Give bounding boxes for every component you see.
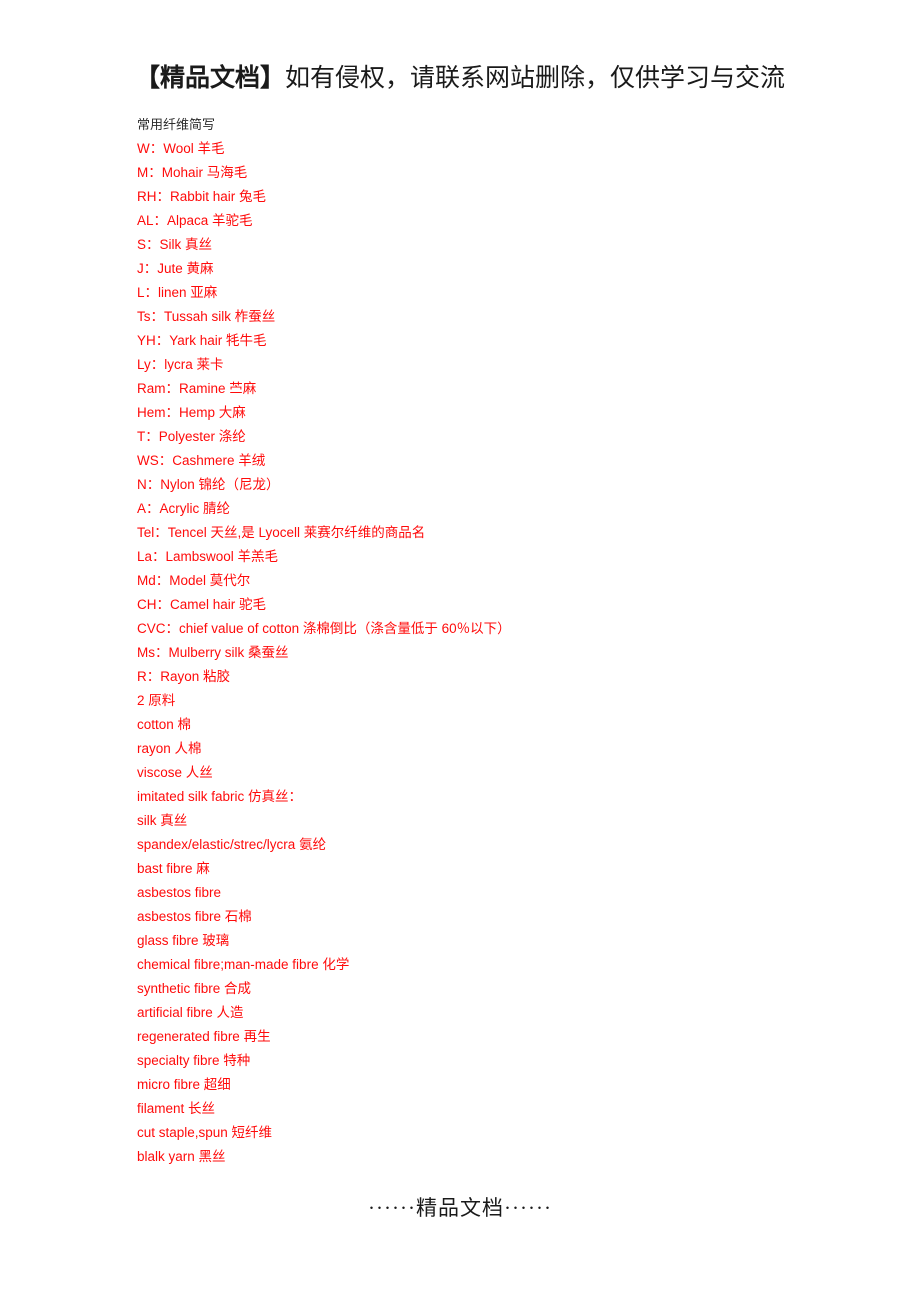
list-item: spandex/elastic/strec/lycra 氨纶 [137, 837, 327, 852]
list-item: synthetic fibre 合成 [137, 981, 252, 996]
list-item: asbestos fibre [137, 885, 222, 900]
list-item: cotton 棉 [137, 717, 192, 732]
list-item: cut staple,spun 短纤维 [137, 1125, 273, 1140]
list-item: silk 真丝 [137, 813, 188, 828]
list-item: AL：Alpaca 羊驼毛 [137, 213, 253, 228]
list-item: Ly：lycra 莱卡 [137, 357, 224, 372]
list-item: S：Silk 真丝 [137, 237, 213, 252]
list-item: T：Polyester 涤纶 [137, 429, 246, 444]
list-item: Tel：Tencel 天丝,是 Lyocell 莱赛尔纤维的商品名 [137, 525, 426, 540]
list-item: RH：Rabbit hair 兔毛 [137, 189, 267, 204]
list-item: Ram：Ramine 苎麻 [137, 381, 257, 396]
list-item: Ts：Tussah silk 柞蚕丝 [137, 309, 276, 324]
list-item: J：Jute 黄麻 [137, 261, 214, 276]
header-emphasis-text: 【精品文档】 [134, 65, 285, 92]
section-heading-materials: 2 原料 [137, 693, 176, 708]
document-header-banner: 【精品文档】如有侵权，请联系网站删除，仅供学习与交流 [0, 62, 920, 96]
list-item: Hem：Hemp 大麻 [137, 405, 246, 420]
list-item: R：Rayon 粘胶 [137, 669, 231, 684]
list-item: CVC：chief value of cotton 涤棉倒比（涤含量低于 60％… [137, 621, 511, 636]
list-item: M：Mohair 马海毛 [137, 165, 248, 180]
header-notice-text: 如有侵权，请联系网站删除，仅供学习与交流 [285, 65, 786, 92]
list-item: glass fibre 玻璃 [137, 933, 230, 948]
list-item: YH：Yark hair 牦牛毛 [137, 333, 267, 348]
list-item: WS：Cashmere 羊绒 [137, 453, 266, 468]
list-item: La：Lambswool 羊羔毛 [137, 549, 279, 564]
list-item: bast fibre 麻 [137, 861, 210, 876]
list-item: viscose 人丝 [137, 765, 213, 780]
list-item: W：Wool 羊毛 [137, 141, 225, 156]
list-item: CH：Camel hair 驼毛 [137, 597, 267, 612]
list-item: specialty fibre 特种 [137, 1053, 251, 1068]
list-item: filament 长丝 [137, 1101, 216, 1116]
section-heading-abbreviations: 常用纤维简写 [137, 117, 216, 132]
list-item: A：Acrylic 腈纶 [137, 501, 231, 516]
list-item: chemical fibre;man-made fibre 化学 [137, 957, 350, 972]
list-item: N：Nylon 锦纶（尼龙） [137, 477, 280, 492]
list-item: asbestos fibre 石棉 [137, 909, 252, 924]
list-item: rayon 人棉 [137, 741, 202, 756]
document-body: 常用纤维简写 W：Wool 羊毛 M：Mohair 马海毛 RH：Rabbit … [137, 113, 877, 1169]
list-item: artificial fibre 人造 [137, 1005, 244, 1020]
document-footer: ······精品文档······ [368, 1196, 552, 1220]
list-item: imitated silk fabric 仿真丝： [137, 789, 303, 804]
list-item: regenerated fibre 再生 [137, 1029, 271, 1044]
list-item: Ms：Mulberry silk 桑蚕丝 [137, 645, 289, 660]
list-item: Md：Model 莫代尔 [137, 573, 251, 588]
list-item: L：linen 亚麻 [137, 285, 218, 300]
list-item: micro fibre 超细 [137, 1077, 231, 1092]
document-page: 【精品文档】如有侵权，请联系网站删除，仅供学习与交流 常用纤维简写 W：Wool… [0, 0, 920, 1302]
list-item: blalk yarn 黑丝 [137, 1149, 226, 1164]
